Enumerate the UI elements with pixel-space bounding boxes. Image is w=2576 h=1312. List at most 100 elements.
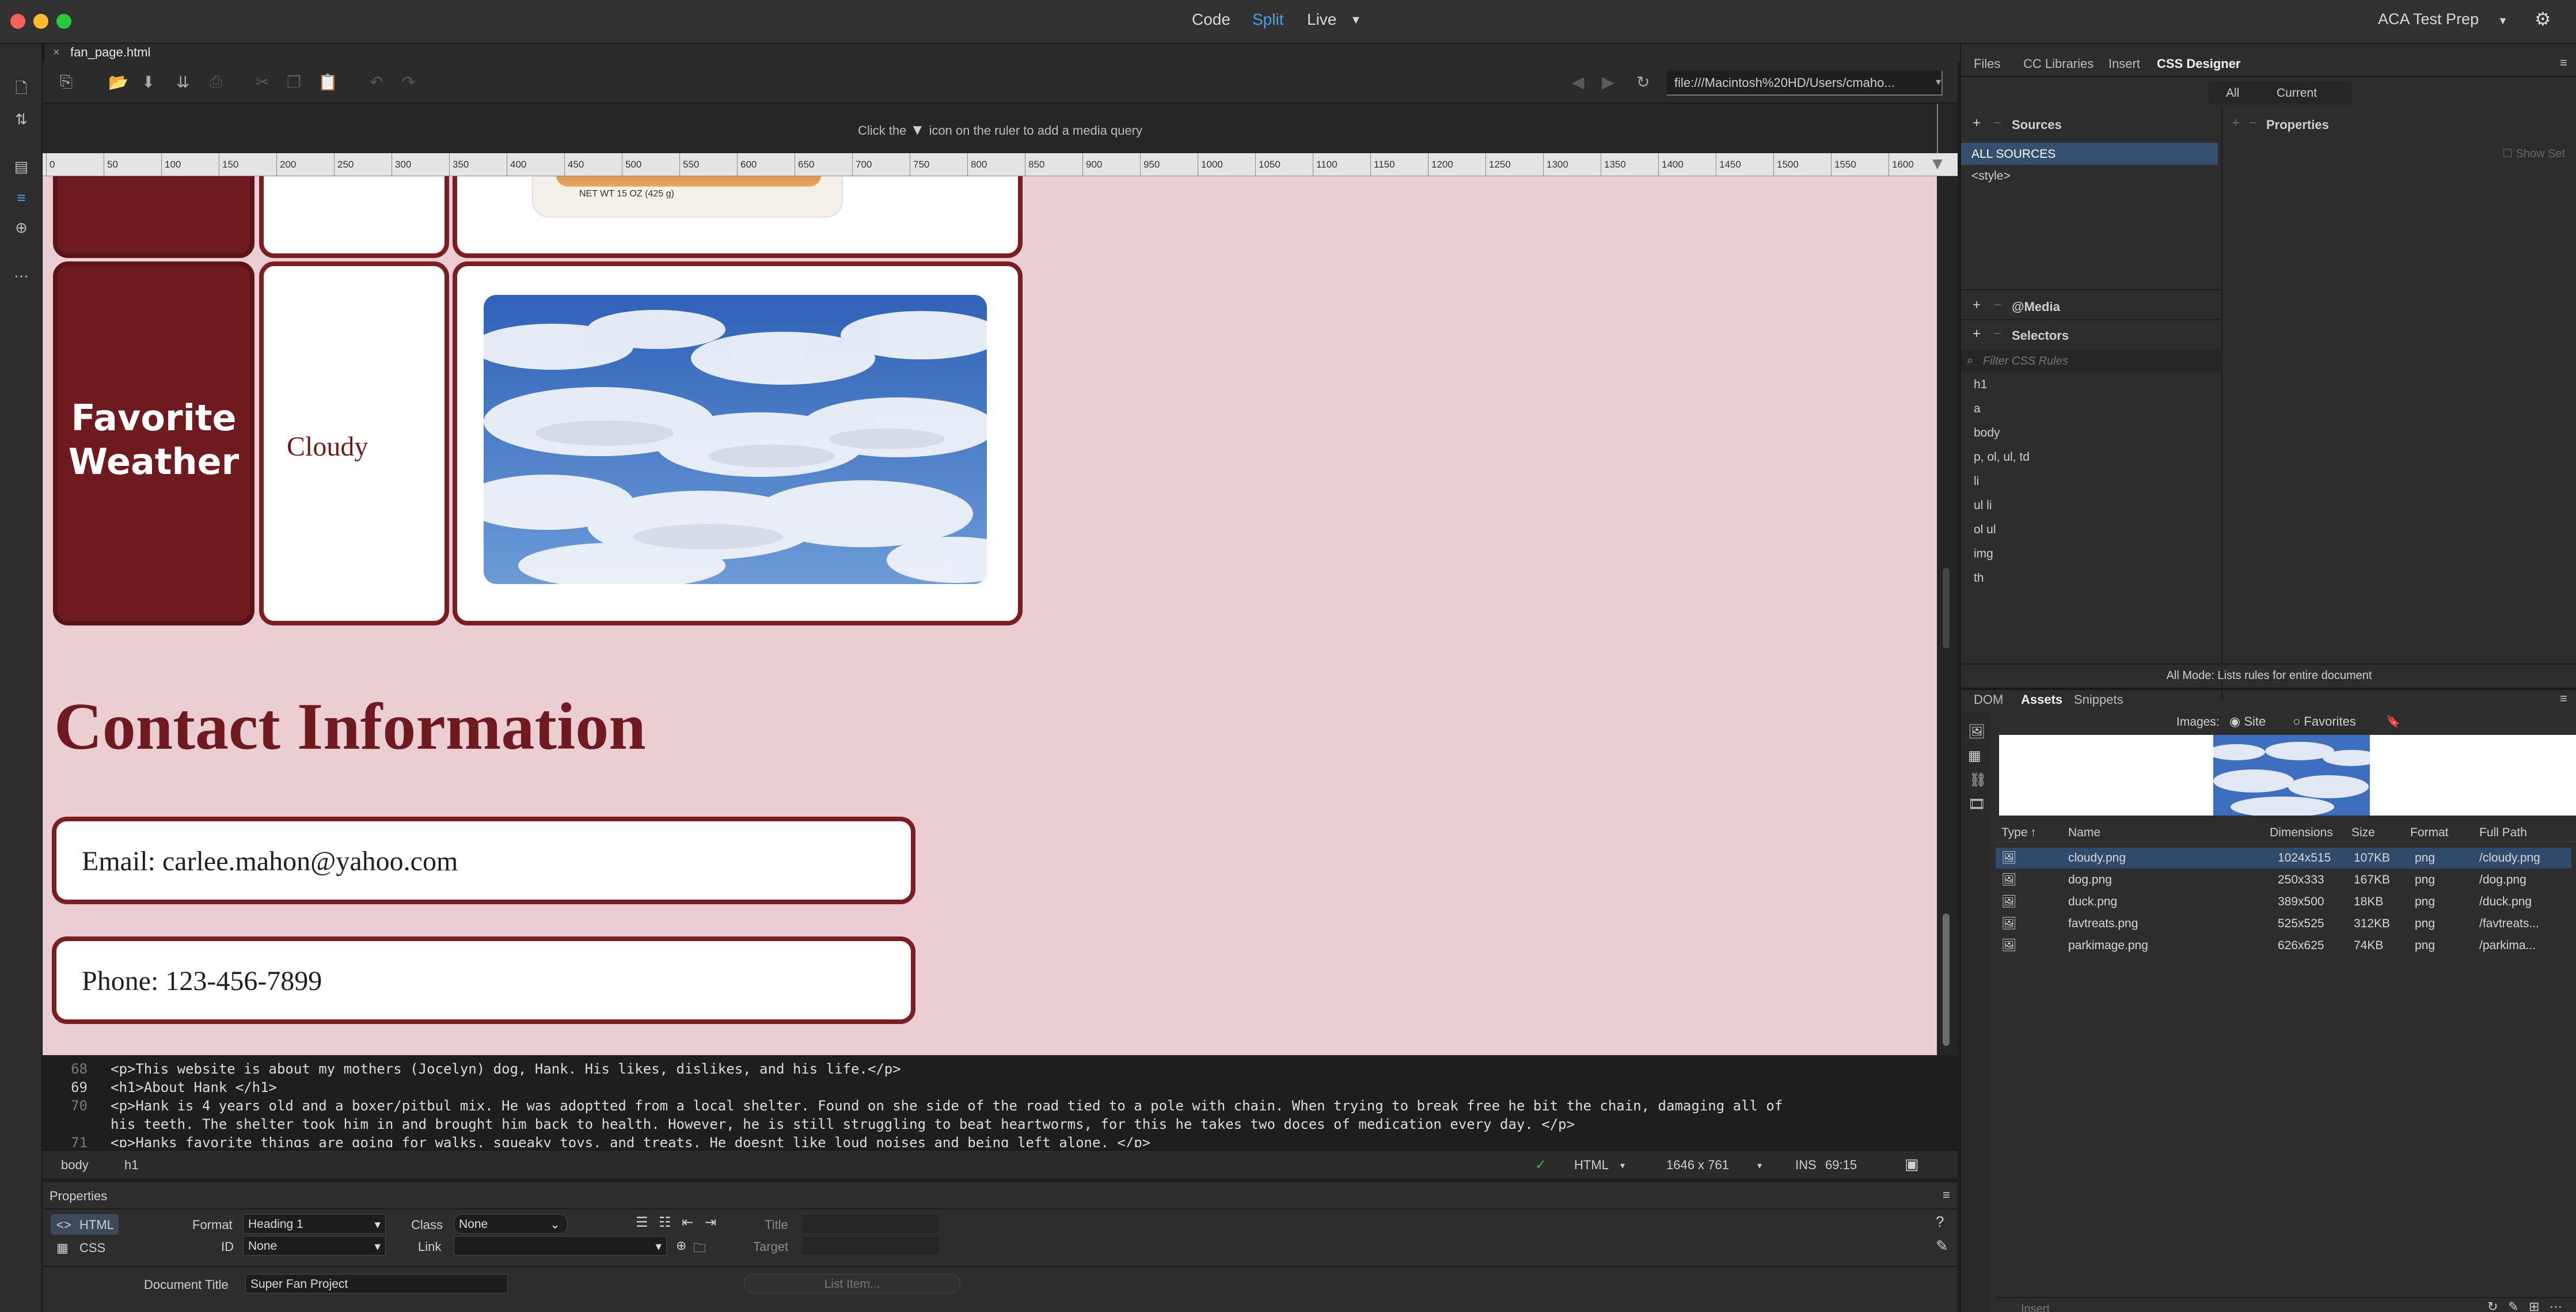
add-selector-icon[interactable]: + [1973,326,1981,342]
bookmark-icon[interactable]: 🔖 [2386,714,2400,729]
remove-selector-icon[interactable]: − [1993,326,2001,342]
selector-item[interactable]: h1 [1974,378,1987,392]
breadcrumb-h1[interactable]: h1 [124,1158,138,1173]
edit-rule-icon[interactable]: ✎ [1936,1237,1948,1255]
tab-dom[interactable]: DOM [1974,692,2003,707]
tab-assets[interactable]: Assets [2021,692,2062,707]
images-category-icon[interactable]: 🖼 [1968,723,1985,740]
close-tab-icon[interactable]: × [53,46,60,59]
favorite-weather-image-cell[interactable] [453,261,1023,625]
insert-asset-button[interactable]: Insert [2021,1303,2050,1312]
source-style[interactable]: <style> [1971,169,2011,183]
workspace-dropdown-icon[interactable]: ▼ [2498,15,2508,27]
workspace-switcher[interactable]: ACA Test Prep [2378,10,2479,28]
forward-arrow-icon[interactable]: ▶ [1602,73,1614,92]
file-management-icon[interactable]: ⇅ [12,109,31,129]
url-dropdown-icon[interactable]: ▾ [1936,76,1941,88]
title-field[interactable] [801,1214,940,1234]
filter-css-rules[interactable]: ⌕ [1961,350,2221,372]
selector-item[interactable]: img [1974,547,1993,561]
browse-folder-icon[interactable]: 🗀 [693,1238,706,1260]
column-name[interactable]: Name [2068,826,2100,840]
copy-icon[interactable]: ❐ [287,73,301,92]
selector-item[interactable]: ol ul [1974,523,1996,537]
code-view[interactable]: 68 <p>This website is about my mothers (… [43,1057,1958,1147]
table-row[interactable]: 🖼 cloudy.png 1024x515 107KB png /cloudy.… [1996,848,2571,869]
cloudy-image[interactable] [484,295,987,584]
selector-item[interactable]: ul li [1974,499,1992,513]
live-view-options-icon[interactable]: ▤ [12,157,31,176]
document-type-selector[interactable]: HTML [1574,1158,1609,1173]
tab-css-designer[interactable]: CSS Designer [2157,56,2241,71]
more-tools-icon[interactable]: ⋯ [12,266,31,286]
column-size[interactable]: Size [2351,826,2375,840]
edit-asset-icon[interactable]: ✎ [2508,1299,2518,1312]
favorite-weather-label-cell[interactable]: Favorite Weather [53,261,254,625]
remove-media-icon[interactable]: − [1993,297,2001,313]
treats-bag-image[interactable]: NET WT 15 OZ (425 g) [532,176,843,218]
colors-category-icon[interactable]: ▦ [1968,748,1981,764]
code-line[interactable]: his teeth. The shelter took him in and b… [43,1116,1958,1135]
link-field[interactable]: ▾ [454,1236,667,1256]
more-options-icon[interactable]: ⋯ [2550,1299,2562,1312]
no-errors-check-icon[interactable]: ✓ [1535,1156,1547,1173]
sort-ascending-icon[interactable]: ↑ [2030,826,2037,840]
css-tab[interactable]: ▦ CSS [51,1237,119,1258]
document-tab-filename[interactable]: fan_page.html [70,45,150,60]
selector-item[interactable]: a [1974,402,1981,416]
selector-item[interactable]: body [1974,426,2000,440]
format-select[interactable]: Heading 1 ▾ [243,1214,386,1234]
id-select[interactable]: None ▾ [243,1236,386,1256]
split-handle[interactable] [1943,568,1950,649]
favorites-radio[interactable]: ○ Favorites [2293,714,2356,729]
new-file-icon[interactable]: 🗋 [12,78,31,98]
links-category-icon[interactable]: ⛓ [1969,772,1986,788]
code-line[interactable]: 69 <h1>About Hank </h1> [43,1079,1958,1098]
back-arrow-icon[interactable]: ◀ [1572,73,1585,92]
design-view[interactable]: NET WT 15 OZ (425 g) Favorite Weather Cl… [43,176,1937,1055]
prev-row-value-cell[interactable] [259,176,449,258]
source-all-sources[interactable]: ALL SOURCES [1961,143,2218,165]
add-source-icon[interactable]: + [1973,115,1981,131]
code-line[interactable]: 70 <p>Hank is 4 years old and a boxer/pi… [43,1098,1958,1116]
paste-icon[interactable]: 📋 [318,73,338,92]
selector-item[interactable]: p, ol, ul, td [1974,450,2030,464]
live-mode-button[interactable]: Live [1307,10,1336,29]
tab-snippets[interactable]: Snippets [2074,692,2123,707]
add-to-favorites-icon[interactable]: ⊞ [2529,1299,2539,1312]
refresh-icon[interactable]: ↻ [2487,1299,2498,1312]
panel-menu-icon[interactable]: ≡ [1943,1188,1950,1203]
save-icon[interactable]: ⬇ [142,73,155,92]
unordered-list-icon[interactable]: ☰ [636,1214,648,1231]
tab-insert[interactable]: Insert [2108,56,2140,71]
ordered-list-icon[interactable]: ☷ [659,1214,671,1231]
help-icon[interactable]: ? [1936,1213,1944,1231]
favorite-weather-value-cell[interactable]: Cloudy [259,261,449,625]
output-panel-icon[interactable]: ▣ [1905,1155,1919,1173]
remove-source-icon[interactable]: − [1993,115,2001,131]
open-folder-icon[interactable]: 📂 [108,73,128,92]
breadcrumb-body[interactable]: body [61,1158,89,1173]
minimize-window-button[interactable] [33,14,48,29]
window-size-selector[interactable]: 1646 x 761 [1666,1158,1729,1173]
design-scroll-thumb[interactable] [1943,913,1950,1046]
prev-row-image-cell[interactable]: NET WT 15 OZ (425 g) [453,176,1023,258]
outdent-icon[interactable]: ⇤ [682,1214,693,1231]
document-title-field[interactable]: Super Fan Project [245,1274,508,1294]
design-view-scrollbar[interactable] [1937,176,1958,1055]
split-mode-button[interactable]: Split [1252,10,1283,29]
undo-icon[interactable]: ↶ [370,73,383,92]
media-category-icon[interactable]: 🎞 [1968,796,1985,813]
url-field[interactable] [1666,70,1943,96]
prev-row-label-cell[interactable] [53,176,254,258]
list-item-button[interactable]: List Item... [744,1274,960,1294]
remove-property-icon[interactable]: − [2249,115,2257,131]
live-mode-dropdown-icon[interactable]: ▼ [1350,14,1362,27]
column-type[interactable]: Type [2001,826,2028,840]
phone-box[interactable]: Phone: 123-456-7899 [52,936,915,1024]
table-row[interactable]: 🖼 parkimage.png 626x625 74KB png /parkim… [1996,935,2571,956]
media-query-bar[interactable]: Click the ▼ icon on the ruler to add a m… [43,104,1958,153]
redo-icon[interactable]: ↷ [402,73,415,92]
media-query-marker-icon[interactable]: ▼ [1929,154,1946,174]
zoom-window-button[interactable] [56,14,71,29]
